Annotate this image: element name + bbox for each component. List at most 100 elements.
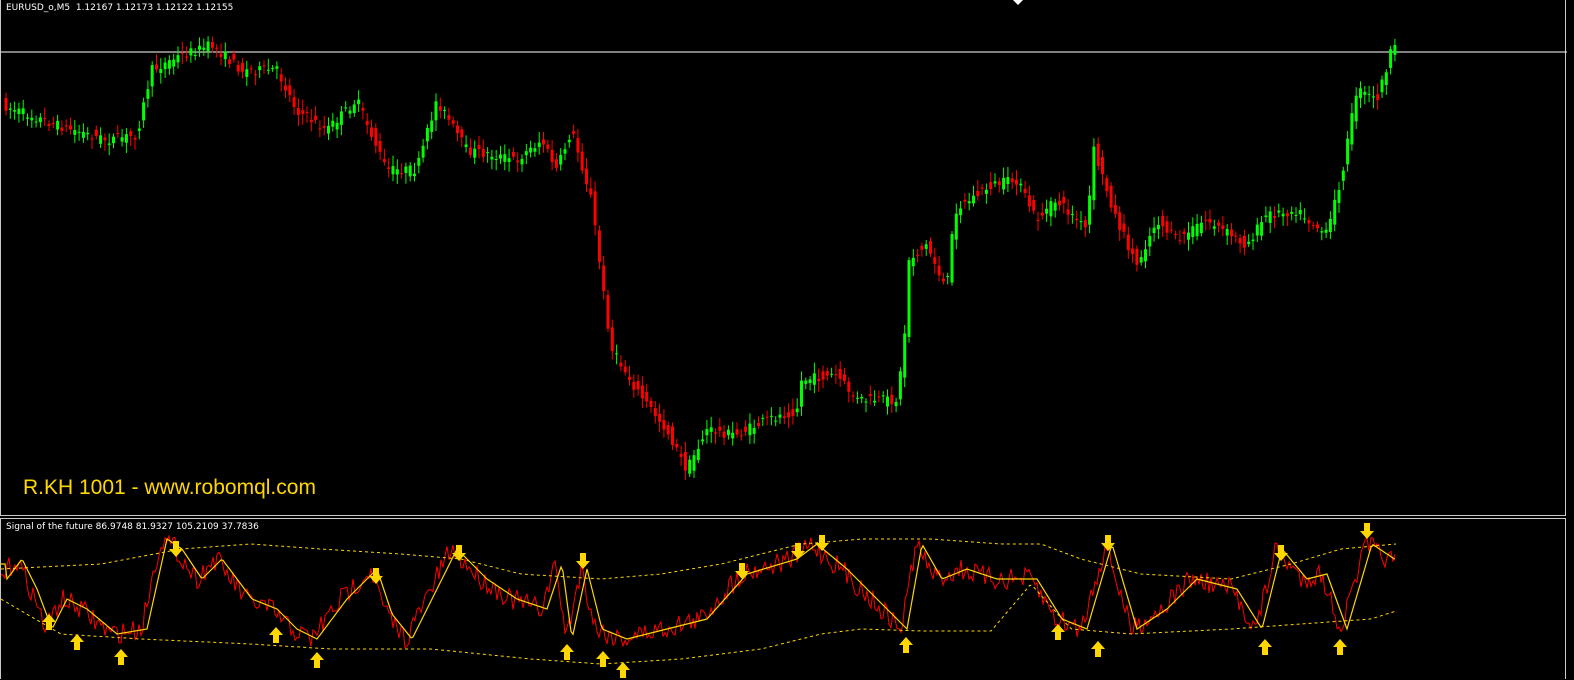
candle-body <box>56 120 60 130</box>
watermark-text: R.KH 1001 - www.robomql.com <box>23 476 316 499</box>
candle-body <box>1359 88 1362 99</box>
candle-body <box>357 99 361 105</box>
candle-body <box>1027 195 1031 207</box>
price-chart-pane[interactable]: EURUSD_o,M5 1.12167 1.12173 1.12122 1.12… <box>0 0 1567 516</box>
candle-body <box>1230 229 1233 237</box>
candle-body <box>709 427 713 432</box>
candle-body <box>120 137 124 142</box>
candle-body <box>1126 234 1130 251</box>
candle-body <box>116 132 120 134</box>
candle-body <box>916 254 920 256</box>
candle-body <box>1023 188 1027 194</box>
candle-body <box>963 199 967 202</box>
sell-arrow-icon <box>815 535 829 551</box>
candle-body <box>301 110 305 114</box>
candle-body <box>1354 95 1358 122</box>
candle-body <box>77 131 81 133</box>
candle-body <box>1217 222 1221 226</box>
candle-body <box>1109 185 1113 208</box>
candle-body <box>1096 143 1100 167</box>
candle-body <box>752 427 756 434</box>
candle-body <box>1118 212 1122 231</box>
candle-body <box>924 244 928 249</box>
candle-body <box>374 128 378 146</box>
candle-body <box>1169 229 1173 231</box>
candle-body <box>228 59 232 64</box>
candle-body <box>1199 222 1203 234</box>
candle-body <box>739 435 743 437</box>
candle-body <box>1298 209 1302 215</box>
candle-body <box>886 396 889 407</box>
candle-body <box>344 107 348 109</box>
candle-body <box>658 413 662 422</box>
candle-body <box>279 74 283 82</box>
candle-body <box>180 52 184 54</box>
candle-body <box>34 121 38 123</box>
candle-body <box>1066 209 1070 215</box>
candle-body <box>1032 199 1036 211</box>
candle-body <box>146 89 150 99</box>
candle-body <box>481 148 485 157</box>
candle-body <box>1088 195 1092 225</box>
buy-arrow-icon <box>1333 639 1347 655</box>
candle-body <box>843 374 846 381</box>
candle-body <box>757 423 760 426</box>
candle-body <box>705 429 709 436</box>
candle-body <box>1161 216 1165 227</box>
candle-body <box>976 190 980 197</box>
candle-body <box>898 371 902 400</box>
candle-body <box>26 117 29 119</box>
candle-body <box>1268 211 1272 223</box>
candle-body <box>692 455 696 471</box>
candle-body <box>1187 232 1190 240</box>
sell-arrow-icon <box>791 543 805 559</box>
candle-body <box>972 195 975 204</box>
chart-shift-marker-icon[interactable] <box>1013 0 1023 5</box>
candle-body <box>460 129 464 138</box>
candle-body <box>787 412 791 418</box>
candle-body <box>223 51 227 60</box>
candle-body <box>1075 218 1079 221</box>
candle-body <box>1156 224 1160 230</box>
candle-body <box>1058 200 1061 206</box>
candle-body <box>189 48 193 56</box>
candle-body <box>81 131 85 138</box>
candle-body <box>73 130 77 135</box>
candle-body <box>1165 221 1169 233</box>
candle-body <box>671 426 674 446</box>
candle-body <box>1148 235 1152 247</box>
candle-body <box>653 408 657 417</box>
candle-body <box>954 213 958 240</box>
candle-body <box>382 158 386 163</box>
indicator-pane[interactable]: Signal of the future 86.9748 81.9327 105… <box>0 518 1566 679</box>
candle-body <box>361 107 365 111</box>
candle-body <box>477 145 481 150</box>
candle-body <box>1006 177 1010 185</box>
sell-arrow-icon <box>1274 545 1288 561</box>
candle-body <box>1015 179 1018 185</box>
candlestick-chart <box>1 36 1567 480</box>
candle-body <box>404 166 408 174</box>
candle-body <box>249 68 253 70</box>
candle-body <box>142 102 146 121</box>
candle-body <box>864 401 868 403</box>
candle-body <box>1242 235 1246 248</box>
candle-body <box>524 151 528 156</box>
candle-body <box>769 415 773 417</box>
candle-body <box>296 108 300 115</box>
candle-body <box>318 128 322 130</box>
candle-body <box>1247 241 1251 245</box>
candle-body <box>868 394 872 397</box>
candle-body <box>378 141 382 152</box>
candle-body <box>4 98 8 111</box>
candle-body <box>210 42 214 48</box>
candle-body <box>937 265 941 276</box>
candle-body <box>619 362 623 367</box>
candle-body <box>339 111 343 125</box>
buy-arrow-icon <box>596 651 610 667</box>
candle-body <box>533 148 537 152</box>
candle-body <box>628 376 631 381</box>
candle-body <box>597 230 601 263</box>
candle-body <box>636 381 640 390</box>
candle-body <box>1195 223 1199 237</box>
